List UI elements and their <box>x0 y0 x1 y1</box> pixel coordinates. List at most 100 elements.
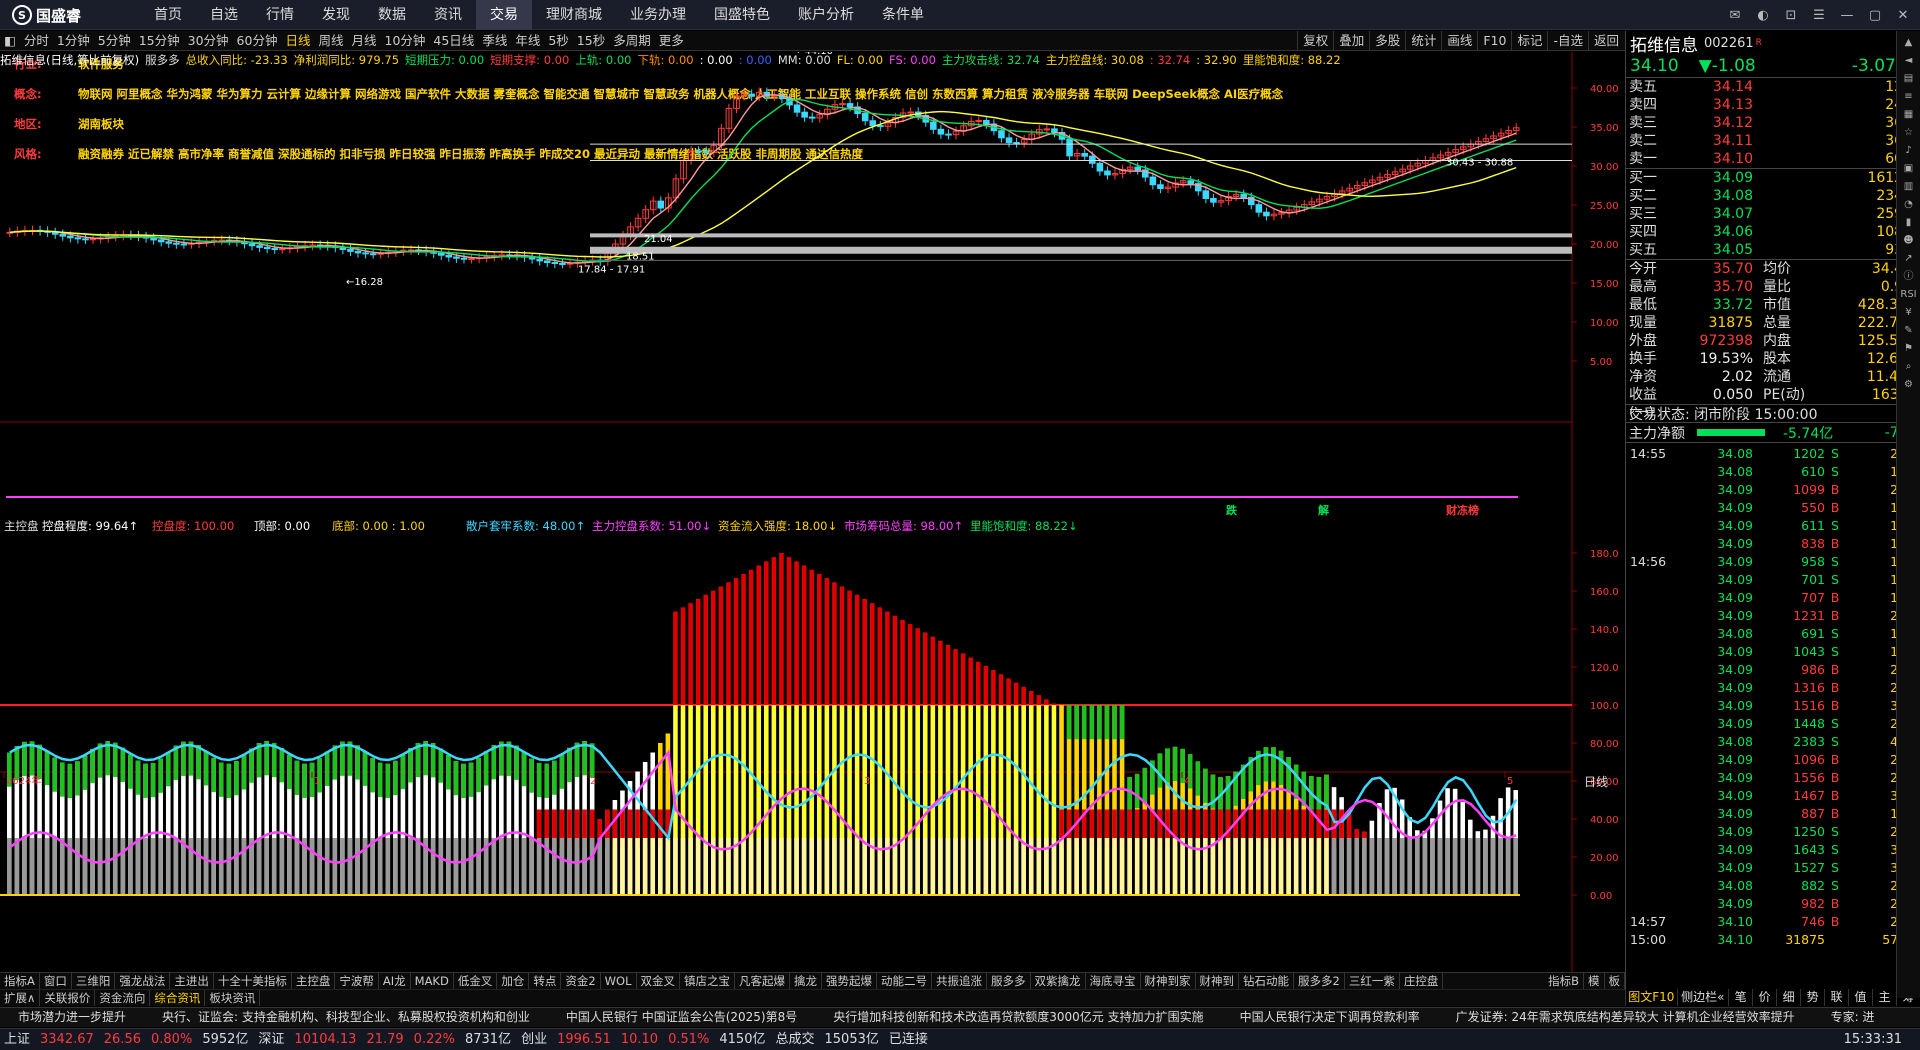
period-4[interactable]: 30分钟 <box>184 31 233 51</box>
indicator-tab[interactable]: 凡客起爆 <box>735 973 790 989</box>
panel-tab[interactable]: 侧边栏« <box>1676 989 1729 1006</box>
indicator-tab[interactable]: 强势起爆 <box>822 973 877 989</box>
indicator-tab-right[interactable]: 指标B <box>1544 973 1584 989</box>
info-tab[interactable]: 综合资讯 <box>150 990 206 1006</box>
tool-4[interactable]: 画线 <box>1441 31 1477 51</box>
nav-6[interactable]: 交易 <box>476 0 532 30</box>
tool-1[interactable]: 叠加 <box>1333 31 1369 51</box>
minimize-icon[interactable]: — <box>1836 4 1858 26</box>
period-3[interactable]: 15分钟 <box>135 31 184 51</box>
period-2[interactable]: 5分钟 <box>94 31 135 51</box>
list-icon[interactable]: ≡ <box>1900 89 1918 105</box>
book-icon[interactable]: ▥ <box>1900 179 1918 195</box>
search-icon[interactable]: ⌕ <box>1900 359 1918 375</box>
info-icon[interactable]: ⓘ <box>1900 269 1918 285</box>
arrow-up-icon[interactable]: ▲ <box>1900 35 1918 51</box>
panel-tab[interactable]: 值 <box>1848 989 1872 1006</box>
nav-8[interactable]: 业务办理 <box>616 0 700 30</box>
news-item[interactable]: 专家: 进 <box>1831 1008 1875 1027</box>
news-item[interactable]: 央行增加科技创新和技术改造再贷款额度3000亿元 支持加力扩围实施 <box>833 1008 1203 1027</box>
tick-list[interactable]: 14:5534.081202S21534.08610S14834.091099B… <box>1626 442 1920 949</box>
panel-tab[interactable]: 细 <box>1776 989 1800 1006</box>
user-icon[interactable]: ☻ <box>1900 233 1918 249</box>
indicator-tab[interactable]: 镇店之宝 <box>680 973 735 989</box>
panel-toggle-icon[interactable]: ◧ <box>0 31 20 51</box>
bell-icon[interactable]: ♪ <box>1900 143 1918 159</box>
tool-6[interactable]: 标记 <box>1511 31 1547 51</box>
indicator-tab[interactable]: WOL <box>601 973 637 989</box>
indicator-tab-right[interactable]: 板 <box>1605 973 1625 989</box>
message-icon[interactable]: ✉ <box>1724 4 1746 26</box>
nav-10[interactable]: 账户分析 <box>784 0 868 30</box>
period-8[interactable]: 月线 <box>347 31 380 51</box>
period-14[interactable]: 15秒 <box>573 31 609 51</box>
flag-icon[interactable]: ⚑ <box>1900 341 1918 357</box>
news-item[interactable]: 中国人民银行 中国证监会公告(2025)第8号 <box>566 1008 797 1027</box>
news-item[interactable]: 央行、证监会: 支持金融机构、科技型企业、私募股权投资机构和创业 <box>162 1008 530 1027</box>
indicator-tab[interactable]: 低金叉 <box>454 973 498 989</box>
panel-tab[interactable]: 联 <box>1824 989 1848 1006</box>
skin-icon[interactable]: ◐ <box>1752 4 1774 26</box>
period-16[interactable]: 更多 <box>655 31 688 51</box>
nav-1[interactable]: 自选 <box>196 0 252 30</box>
news-item[interactable]: 市场潜力进一步提升 <box>18 1008 126 1027</box>
nav-0[interactable]: 首页 <box>140 0 196 30</box>
money-icon[interactable]: ¥ <box>1900 305 1918 321</box>
tool-0[interactable]: 复权 <box>1297 31 1333 51</box>
nav-4[interactable]: 数据 <box>364 0 420 30</box>
period-5[interactable]: 60分钟 <box>233 31 282 51</box>
indicator-tab[interactable]: 双紫擒龙 <box>1031 973 1086 989</box>
period-13[interactable]: 5秒 <box>544 31 572 51</box>
panel-tab[interactable]: 图文F10 <box>1625 989 1677 1006</box>
indicator-tab[interactable]: 主进出 <box>170 973 214 989</box>
trend-icon[interactable]: ↗ <box>1900 251 1918 267</box>
news-item[interactable]: 广发证券: 24年需求筑底结构差异较大 计算机企业经营效率提升 <box>1456 1008 1795 1027</box>
indicator-tab[interactable]: 加仓 <box>497 973 530 989</box>
indicator-tab[interactable]: 窗口 <box>40 973 72 989</box>
indicator-tab[interactable]: 财神到 <box>1196 973 1239 989</box>
indicator-tab[interactable]: 三红一紫 <box>1345 973 1400 989</box>
rsi-icon[interactable]: RSI <box>1900 287 1918 303</box>
panel-tab[interactable]: 主 <box>1872 989 1896 1006</box>
info-tab[interactable]: 关联报价 <box>40 990 96 1006</box>
indicator-tab[interactable]: 海底寻宝 <box>1086 973 1141 989</box>
period-15[interactable]: 多周期 <box>609 31 655 51</box>
indicator-tab[interactable]: 主控盘 <box>292 973 336 989</box>
maximize-icon[interactable]: ▢ <box>1864 4 1886 26</box>
grid-icon[interactable]: ▦ <box>1900 107 1918 123</box>
tool-8[interactable]: 返回 <box>1587 31 1624 51</box>
note-icon[interactable]: ✎ <box>1900 323 1918 339</box>
period-7[interactable]: 周线 <box>314 31 347 51</box>
nav-3[interactable]: 发现 <box>308 0 364 30</box>
indicator-tab[interactable]: 三维阳 <box>72 973 116 989</box>
nav-11[interactable]: 条件单 <box>868 0 938 30</box>
news-item[interactable]: 中国人民银行决定下调再贷款利率 <box>1240 1008 1420 1027</box>
period-1[interactable]: 1分钟 <box>53 31 94 51</box>
nav-2[interactable]: 行情 <box>252 0 308 30</box>
tool-3[interactable]: 统计 <box>1405 31 1441 51</box>
indicator-tab[interactable]: 擒龙 <box>790 973 822 989</box>
indicator-tab[interactable]: MAKD <box>411 973 454 989</box>
period-12[interactable]: 年线 <box>511 31 544 51</box>
indicator-tab[interactable]: 强龙战法 <box>115 973 171 989</box>
info-tab[interactable]: 资金流向 <box>95 990 151 1006</box>
indicator-tab[interactable]: 共振追涨 <box>932 973 987 989</box>
indicator-tab[interactable]: 庄控盘 <box>1400 973 1444 989</box>
settings-icon[interactable]: ⚙ <box>1900 377 1918 393</box>
panel-tab[interactable]: 笔 <box>1728 989 1752 1006</box>
info-tab[interactable]: 板块资讯 <box>205 990 261 1006</box>
tool-7[interactable]: -自选 <box>1547 31 1588 51</box>
calendar-icon[interactable]: ▣ <box>1900 161 1918 177</box>
pie-icon[interactable]: ◔ <box>1900 197 1918 213</box>
nav-7[interactable]: 理财商城 <box>532 0 616 30</box>
period-9[interactable]: 10分钟 <box>381 31 430 51</box>
panel-tab[interactable]: 价 <box>1752 989 1776 1006</box>
indicator-tab-right[interactable]: 模 <box>1584 973 1605 989</box>
bars-icon[interactable]: ▮ <box>1900 215 1918 231</box>
app-logo[interactable]: S 国盛睿 <box>12 4 92 26</box>
close-icon[interactable]: ✕ <box>1892 4 1914 26</box>
indicator-tab[interactable]: 转点 <box>529 973 562 989</box>
panel-tab[interactable]: 势 <box>1800 989 1824 1006</box>
nav-9[interactable]: 国盛特色 <box>700 0 784 30</box>
chart-icon[interactable]: ▤ <box>1900 71 1918 87</box>
